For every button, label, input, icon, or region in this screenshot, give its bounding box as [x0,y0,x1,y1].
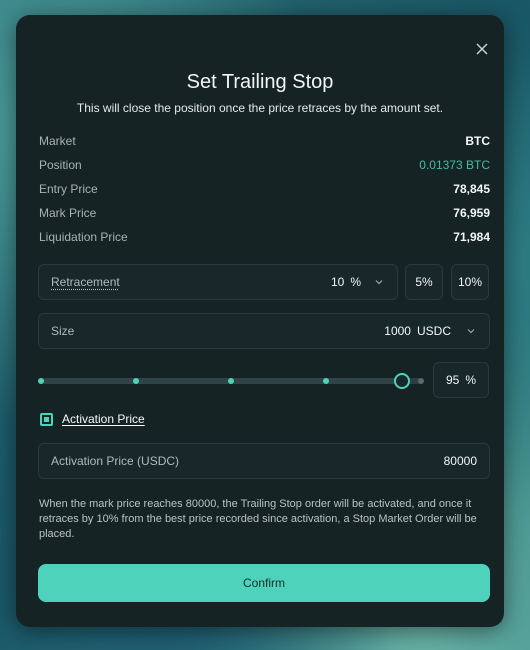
slider-percent-unit: % [465,373,476,387]
trailing-stop-modal: Set Trailing Stop This will close the po… [16,15,504,627]
retracement-value: 10 [330,275,345,289]
retracement-5-button[interactable]: 5% [405,264,443,300]
entry-price-value: 78,845 [453,182,490,196]
slider-percent-input[interactable]: 95 % [433,362,489,398]
retracement-label: Retracement [51,275,120,289]
slider-mark[interactable] [133,378,139,384]
size-unit: USDC [416,324,451,338]
market-value: BTC [465,134,490,148]
size-value: 1000 [384,324,411,338]
position-label: Position [39,158,82,172]
slider-mark[interactable] [228,378,234,384]
market-label: Market [39,134,76,148]
position-value: 0.01373 BTC [419,158,490,172]
chevron-down-icon [467,329,475,334]
activation-price-field-value: 80000 [443,454,477,468]
chevron-down-icon [375,280,383,285]
retracement-unit: % [350,275,361,289]
close-button[interactable] [472,39,492,59]
activation-price-field-label: Activation Price (USDC) [51,454,180,468]
activation-price-toggle[interactable]: Activation Price [40,412,145,426]
activation-note: When the mark price reaches 80000, the T… [39,498,477,540]
info-row-position: Position 0.01373 BTC [39,157,490,173]
info-row-liquidation-price: Liquidation Price 71,984 [39,229,490,245]
modal-subtitle: This will close the position once the pr… [76,101,444,115]
size-label: Size [51,324,75,338]
slider-fill [41,378,402,384]
mark-price-value: 76,959 [453,206,490,220]
slider-mark[interactable] [38,378,44,384]
slider-mark[interactable] [418,378,424,384]
mark-price-label: Mark Price [39,206,97,220]
slider-percent-value: 95 [446,373,460,387]
modal-title: Set Trailing Stop [186,71,334,93]
activation-price-checkbox-label: Activation Price [62,412,145,426]
info-row-market: Market BTC [39,133,490,149]
entry-price-label: Entry Price [39,182,98,196]
info-row-mark-price: Mark Price 76,959 [39,205,490,221]
slider-mark[interactable] [323,378,329,384]
size-slider[interactable] [38,373,424,389]
retracement-10-button[interactable]: 10% [451,264,489,300]
slider-thumb[interactable] [394,373,410,389]
retracement-select[interactable]: Retracement 10 % [38,264,398,300]
activation-price-checkbox[interactable] [40,412,53,426]
activation-price-field[interactable]: Activation Price (USDC) 80000 [38,443,490,479]
liquidation-price-label: Liquidation Price [39,230,128,244]
size-select[interactable]: Size 1000 USDC [38,313,490,349]
liquidation-price-value: 71,984 [453,230,490,244]
close-icon [476,43,488,55]
info-row-entry-price: Entry Price 78,845 [39,181,490,197]
confirm-button[interactable]: Confirm [38,564,490,602]
